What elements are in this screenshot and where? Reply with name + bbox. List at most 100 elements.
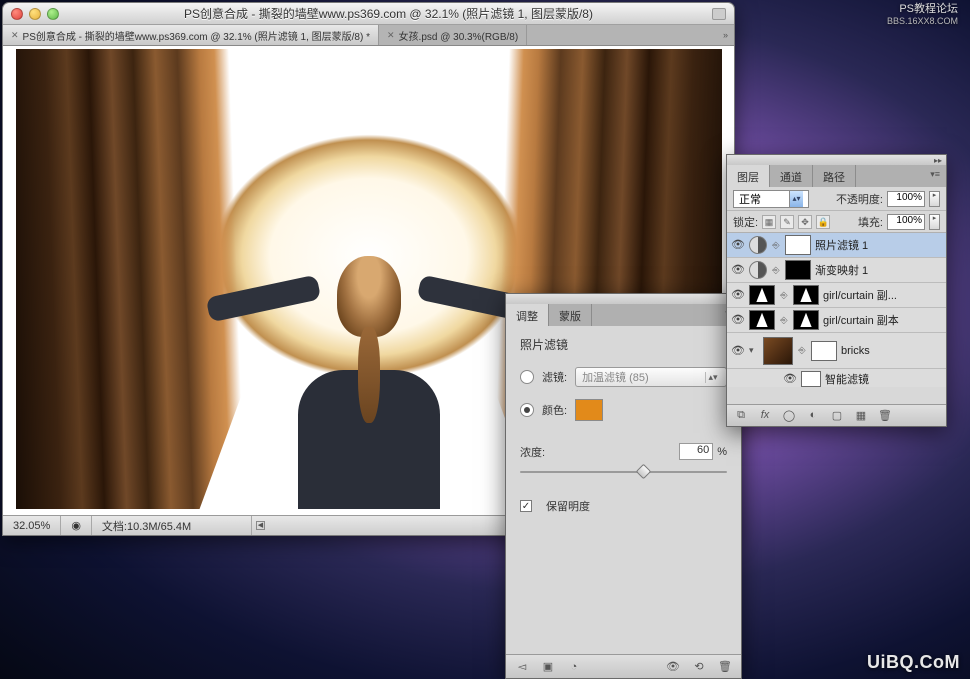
clip-icon[interactable]: ◔ (566, 660, 582, 674)
tab-channels[interactable]: 通道 (770, 165, 813, 187)
tab-document-2[interactable]: ✕ 女孩.psd @ 30.3%(RGB/8) (379, 25, 527, 45)
zoom-icon[interactable] (47, 8, 59, 20)
trash-icon[interactable]: 🗑 (717, 660, 733, 674)
layer-name[interactable]: girl/curtain 副本 (823, 312, 899, 328)
tab-document-1[interactable]: ✕ PS创意合成 - 撕裂的墙壁www.ps369.com @ 32.1% (照… (3, 25, 379, 45)
tab-adjustments[interactable]: 调整 (506, 304, 549, 326)
close-tab-icon[interactable]: ✕ (387, 30, 395, 41)
opacity-stepper[interactable]: ▸ (929, 191, 940, 207)
layer-row[interactable]: 👁 ⎆ girl/curtain 副本 (727, 308, 946, 333)
fill-input[interactable]: 100% (887, 214, 925, 230)
fill-stepper[interactable]: ▸ (929, 214, 940, 230)
preserve-checkbox[interactable] (520, 500, 532, 512)
density-slider[interactable] (520, 464, 727, 482)
link-icon[interactable]: ⎆ (771, 240, 781, 251)
layer-row[interactable]: 👁 ⎆ 照片滤镜 1 (727, 233, 946, 258)
panel-collapse[interactable]: ▸▸ (727, 155, 946, 165)
visibility-icon[interactable]: 👁 (665, 660, 681, 674)
blend-mode-dropdown[interactable]: 正常 ▴▾ (733, 190, 809, 208)
layer-row[interactable]: 👁 ⎆ 渐变映射 1 (727, 258, 946, 283)
reset-icon[interactable]: ⟲ (691, 660, 707, 674)
mask-thumb[interactable] (793, 285, 819, 305)
tab-masks[interactable]: 蒙版 (549, 304, 592, 326)
link-icon[interactable]: ⎆ (779, 315, 789, 326)
back-icon[interactable]: ◅ (514, 660, 530, 674)
watermark-top: PS教程论坛 BBS.16XX8.COM (887, 2, 958, 28)
tab-paths[interactable]: 路径 (813, 165, 856, 187)
layer-thumb[interactable] (749, 310, 775, 330)
filter-dropdown[interactable]: 加温滤镜 (85) ▴▾ (575, 367, 727, 387)
panel-collapse[interactable]: ▸▸ (506, 294, 741, 304)
scroll-left-icon[interactable]: ◀ (256, 521, 265, 530)
color-swatch[interactable] (575, 399, 603, 421)
visibility-icon[interactable]: 👁 (731, 313, 745, 327)
layer-name[interactable]: girl/curtain 副... (823, 287, 897, 303)
layer-name[interactable]: bricks (841, 345, 870, 357)
layer-name[interactable]: 渐变映射 1 (815, 262, 868, 278)
doc-info[interactable]: 文档:10.3M/65.4M (92, 516, 252, 535)
visibility-icon[interactable]: 👁 (783, 372, 797, 386)
layer-name[interactable]: 照片滤镜 1 (815, 237, 868, 253)
mask-thumb[interactable] (785, 260, 811, 280)
adjustment-thumb-icon[interactable] (749, 236, 767, 254)
tab-layers[interactable]: 图层 (727, 165, 770, 187)
mask-icon[interactable]: ◯ (781, 409, 797, 423)
proxy-icon[interactable] (712, 8, 726, 20)
layer-row[interactable]: 👁 ▾ ⎆ bricks (727, 333, 946, 369)
filter-radio[interactable] (520, 370, 534, 384)
fill-label: 填充: (858, 214, 883, 230)
adjustment-thumb-icon[interactable] (749, 261, 767, 279)
window-title: PS创意合成 - 撕裂的墙壁www.ps369.com @ 32.1% (照片滤… (65, 5, 712, 22)
color-label: 颜色: (542, 402, 567, 418)
mask-thumb[interactable] (793, 310, 819, 330)
titlebar[interactable]: PS创意合成 - 撕裂的墙壁www.ps369.com @ 32.1% (照片滤… (3, 3, 734, 25)
mask-thumb[interactable] (811, 341, 837, 361)
adjustments-footer: ◅ ▣ ◔ 👁 ⟲ 🗑 (506, 654, 741, 678)
opacity-input[interactable]: 100% (887, 191, 925, 207)
layers-footer: ⧉ fx ◯ ◐ ▢ ▦ 🗑 (727, 404, 946, 426)
layers-list: 👁 ⎆ 照片滤镜 1 👁 ⎆ 渐变映射 1 👁 ⎆ girl/curtain 副… (727, 233, 946, 387)
mask-thumb[interactable] (785, 235, 811, 255)
close-icon[interactable] (11, 8, 23, 20)
tabs-overflow-icon[interactable]: » (717, 30, 734, 40)
link-layers-icon[interactable]: ⧉ (733, 409, 749, 423)
slider-thumb[interactable] (636, 464, 652, 480)
color-radio[interactable] (520, 403, 534, 417)
minimize-icon[interactable] (29, 8, 41, 20)
group-icon[interactable]: ▢ (829, 409, 845, 423)
panel-menu-icon[interactable]: ▾≡ (924, 165, 946, 187)
density-input[interactable]: 60 (679, 443, 713, 460)
expand-icon[interactable]: ▣ (540, 660, 556, 674)
new-layer-icon[interactable]: ▦ (853, 409, 869, 423)
adjustments-panel: ▸▸ 调整 蒙版 ▾≡ 照片滤镜 滤镜: 加温滤镜 (85) ▴▾ 颜色: 浓度… (505, 293, 742, 679)
visibility-icon[interactable]: 👁 (731, 288, 745, 302)
tab-label: PS创意合成 - 撕裂的墙壁www.ps369.com @ 32.1% (照片滤… (23, 28, 370, 43)
fx-icon[interactable]: fx (757, 409, 773, 423)
trash-icon[interactable]: 🗑 (877, 409, 893, 423)
visibility-icon[interactable]: 👁 (731, 263, 745, 277)
smart-filters-row[interactable]: 👁 智能滤镜 (727, 369, 946, 387)
watermark-bottom: UiBQ.CoM (867, 652, 960, 673)
lock-all-icon[interactable]: 🔒 (816, 215, 830, 229)
lock-transparent-icon[interactable]: ▦ (762, 215, 776, 229)
filter-mask-thumb[interactable] (801, 371, 821, 387)
link-icon[interactable]: ⎆ (797, 345, 807, 356)
layers-panel: ▸▸ 图层 通道 路径 ▾≡ 正常 ▴▾ 不透明度: 100% ▸ 锁定: ▦ … (726, 154, 947, 427)
close-tab-icon[interactable]: ✕ (11, 30, 19, 41)
adjustment-icon[interactable]: ◐ (805, 409, 821, 423)
visibility-icon[interactable]: 👁 (731, 238, 745, 252)
layer-thumb[interactable] (763, 337, 793, 365)
layer-row[interactable]: 👁 ⎆ girl/curtain 副... (727, 283, 946, 308)
preserve-label: 保留明度 (546, 498, 590, 514)
nav-icon[interactable]: ◉ (61, 516, 92, 535)
layer-thumb[interactable] (749, 285, 775, 305)
density-label: 浓度: (520, 444, 545, 460)
opacity-label: 不透明度: (836, 191, 883, 207)
link-icon[interactable]: ⎆ (771, 265, 781, 276)
link-icon[interactable]: ⎆ (779, 290, 789, 301)
zoom-level[interactable]: 32.05% (3, 516, 61, 535)
lock-position-icon[interactable]: ✥ (798, 215, 812, 229)
disclosure-icon[interactable]: ▾ (749, 345, 759, 356)
visibility-icon[interactable]: 👁 (731, 344, 745, 358)
lock-pixels-icon[interactable]: ✎ (780, 215, 794, 229)
